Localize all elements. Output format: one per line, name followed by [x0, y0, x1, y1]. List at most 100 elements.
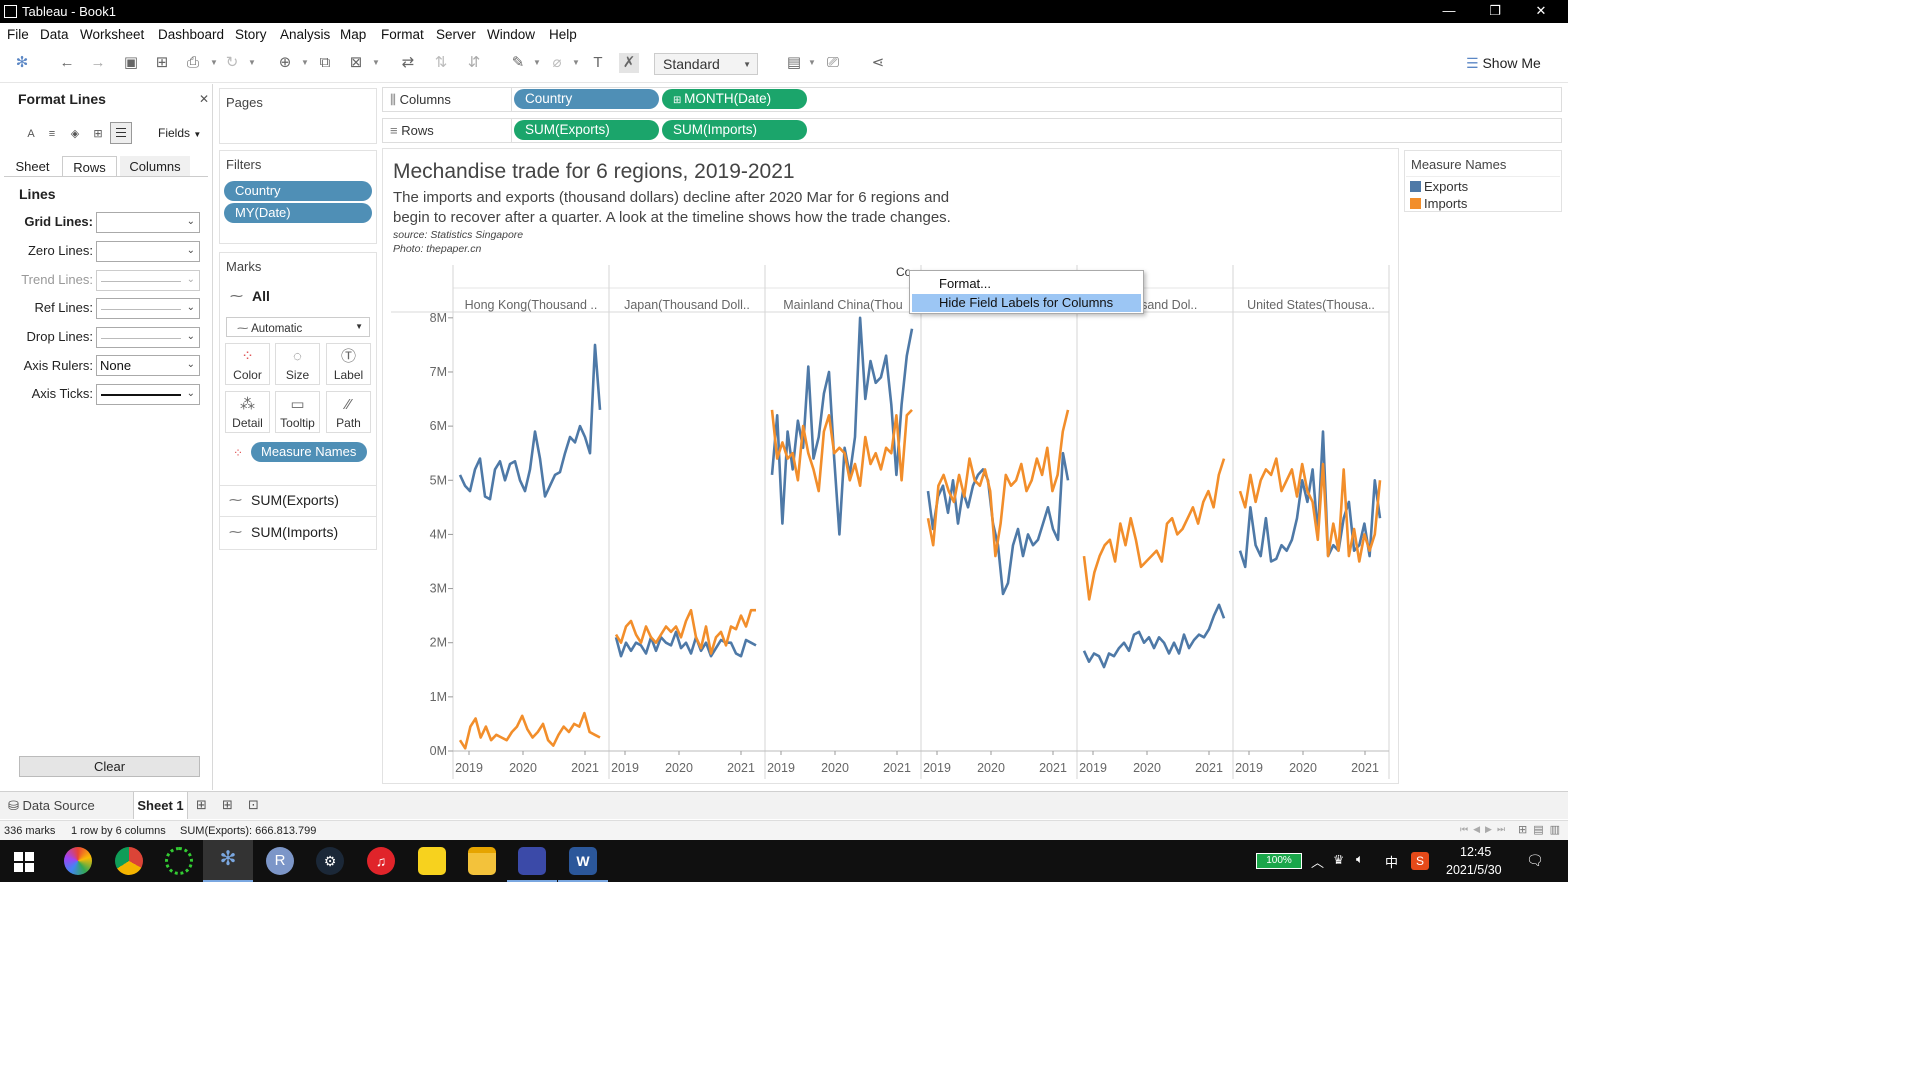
- minimize-button[interactable]: —: [1426, 2, 1472, 22]
- show-cards-dropdown-icon[interactable]: ▼: [808, 58, 816, 68]
- duplicate-sheet-icon[interactable]: ⧉: [315, 53, 335, 73]
- format-font-icon[interactable]: A: [22, 125, 40, 143]
- new-worksheet-icon[interactable]: ⊕: [275, 53, 295, 73]
- close-button[interactable]: ✕: [1518, 2, 1564, 22]
- filter-pill-my-date[interactable]: MY(Date): [224, 203, 372, 223]
- fit-select[interactable]: Standard ▼: [654, 53, 758, 75]
- columns-pill-month-date[interactable]: ⊞ MONTH(Date): [662, 89, 807, 109]
- zero-lines-select[interactable]: ⌄: [96, 241, 200, 262]
- steam-icon[interactable]: ⚙: [316, 847, 344, 875]
- sort-descending-icon[interactable]: ⇵: [464, 53, 484, 73]
- menu-help[interactable]: Help: [549, 27, 577, 42]
- grid-lines-select[interactable]: ⌄: [96, 212, 200, 233]
- context-menu-hide-field-labels[interactable]: Hide Field Labels for Columns: [912, 294, 1141, 312]
- app-taskbar-button[interactable]: [507, 840, 557, 882]
- tableau-logo-icon[interactable]: ✻: [12, 53, 32, 73]
- sogou-input-icon[interactable]: S: [1411, 852, 1429, 870]
- marks-imports-label[interactable]: SUM(Imports): [251, 524, 338, 540]
- format-lines-icon[interactable]: [110, 122, 132, 144]
- menu-worksheet[interactable]: Worksheet: [80, 27, 144, 42]
- tab-sheet[interactable]: Sheet: [6, 156, 59, 176]
- context-menu-format[interactable]: Format...: [939, 276, 991, 291]
- menu-window[interactable]: Window: [487, 27, 535, 42]
- battery-indicator[interactable]: 100%: [1256, 853, 1302, 869]
- new-dashboard-icon[interactable]: ⊞: [222, 797, 233, 813]
- r-app-icon[interactable]: R: [266, 847, 294, 875]
- highlight-dropdown-icon[interactable]: ▼: [533, 58, 541, 68]
- columns-pill-country[interactable]: Country: [514, 89, 659, 109]
- trend-lines-select[interactable]: ⌄: [96, 270, 200, 291]
- close-icon[interactable]: ✕: [199, 92, 209, 106]
- sort-ascending-icon[interactable]: ⇅: [431, 53, 451, 73]
- pages-card[interactable]: Pages: [219, 88, 377, 144]
- tray-app-icon[interactable]: ♛: [1333, 852, 1344, 867]
- format-shading-icon[interactable]: ◈: [66, 125, 84, 143]
- menu-map[interactable]: Map: [340, 27, 366, 42]
- sheet-1-tab[interactable]: Sheet 1: [133, 792, 188, 819]
- volume-icon[interactable]: 🔈︎: [1356, 852, 1364, 867]
- new-worksheet-dropdown-icon[interactable]: ▼: [301, 58, 309, 68]
- tab-rows[interactable]: Rows: [62, 156, 117, 176]
- rows-pill-sum-exports[interactable]: SUM(Exports): [514, 120, 659, 140]
- axis-rulers-select[interactable]: None ⌄: [96, 355, 200, 376]
- ref-lines-select[interactable]: ⌄: [96, 298, 200, 319]
- save-icon[interactable]: ▣: [121, 53, 141, 73]
- detail-button[interactable]: ⁂ Detail: [225, 391, 270, 433]
- share-icon[interactable]: ⋖: [868, 53, 888, 73]
- tooltip-button[interactable]: ▭ Tooltip: [275, 391, 320, 433]
- mark-type-select[interactable]: ⁓ Automatic ▼: [226, 317, 370, 337]
- file-explorer-icon[interactable]: [468, 847, 496, 875]
- refresh-dropdown-icon[interactable]: ▼: [248, 58, 256, 68]
- clear-sheet-icon[interactable]: ⊠: [346, 53, 366, 73]
- pause-updates-dropdown-icon[interactable]: ▼: [210, 58, 218, 68]
- highlight-icon[interactable]: ✎: [508, 53, 528, 73]
- drop-lines-select[interactable]: ⌄: [96, 327, 200, 348]
- maximize-button[interactable]: ❐: [1472, 2, 1518, 22]
- redo-icon[interactable]: →: [88, 53, 108, 73]
- clear-button[interactable]: Clear: [19, 756, 200, 777]
- show-cards-icon[interactable]: ▤: [784, 53, 804, 73]
- filter-pill-country[interactable]: Country: [224, 181, 372, 201]
- tableau-taskbar-button[interactable]: ✻: [203, 840, 253, 882]
- legend-label-exports[interactable]: Exports: [1424, 179, 1468, 194]
- menu-format[interactable]: Format: [381, 27, 424, 42]
- swap-rows-columns-icon[interactable]: ⇄: [398, 53, 418, 73]
- chrome-icon[interactable]: [115, 847, 143, 875]
- sheet-view-toggle-icon[interactable]: ⊞▤▥: [1518, 823, 1566, 836]
- sticky-notes-icon[interactable]: [418, 847, 446, 875]
- color-button[interactable]: ⁘ Color: [225, 343, 270, 385]
- menu-dashboard[interactable]: Dashboard: [158, 27, 224, 42]
- rows-pill-sum-imports[interactable]: SUM(Imports): [662, 120, 807, 140]
- chevron-up-icon[interactable]: ︿: [1311, 852, 1324, 871]
- sheet-navigation-icon[interactable]: ⏮◀▶⏭: [1460, 824, 1510, 835]
- word-taskbar-button[interactable]: W: [558, 840, 608, 882]
- group-dropdown-icon[interactable]: ▼: [572, 58, 580, 68]
- path-button[interactable]: ⁄⁄ Path: [326, 391, 371, 433]
- data-source-tab[interactable]: ⛁ Data Source: [8, 798, 95, 814]
- axis-ticks-select[interactable]: ⌄: [96, 384, 200, 405]
- line-chart[interactable]: Hong Kong(Thousand .. Japan(Thousand Doll…: [383, 149, 1400, 785]
- show-me-button[interactable]: ☰ Show Me: [1466, 55, 1541, 72]
- refresh-icon[interactable]: ↻: [222, 53, 242, 73]
- menu-analysis[interactable]: Analysis: [280, 27, 330, 42]
- fix-axes-icon[interactable]: ✗: [619, 53, 639, 73]
- menu-data[interactable]: Data: [40, 27, 69, 42]
- fields-dropdown[interactable]: Fields ▼: [158, 126, 201, 140]
- new-story-icon[interactable]: ⊡: [248, 797, 259, 813]
- group-members-icon[interactable]: ⌀: [547, 53, 567, 73]
- sync-app-icon[interactable]: [165, 847, 193, 875]
- notifications-icon[interactable]: 🗨︎: [1526, 852, 1544, 869]
- show-mark-labels-icon[interactable]: T: [588, 53, 608, 73]
- menu-server[interactable]: Server: [436, 27, 476, 42]
- format-borders-icon[interactable]: ⊞: [89, 125, 107, 143]
- tab-columns[interactable]: Columns: [120, 156, 190, 176]
- size-button[interactable]: ◌ Size: [275, 343, 320, 385]
- marks-exports-label[interactable]: SUM(Exports): [251, 492, 339, 508]
- color-wheel-app-icon[interactable]: [64, 847, 92, 875]
- input-method-indicator[interactable]: 中: [1385, 852, 1398, 871]
- pause-updates-icon[interactable]: ⎙: [183, 53, 203, 73]
- new-worksheet-icon[interactable]: ⊞: [196, 797, 207, 813]
- legend-label-imports[interactable]: Imports: [1424, 196, 1467, 211]
- taskbar-time[interactable]: 12:45: [1460, 845, 1491, 859]
- format-alignment-icon[interactable]: ≡: [43, 125, 61, 143]
